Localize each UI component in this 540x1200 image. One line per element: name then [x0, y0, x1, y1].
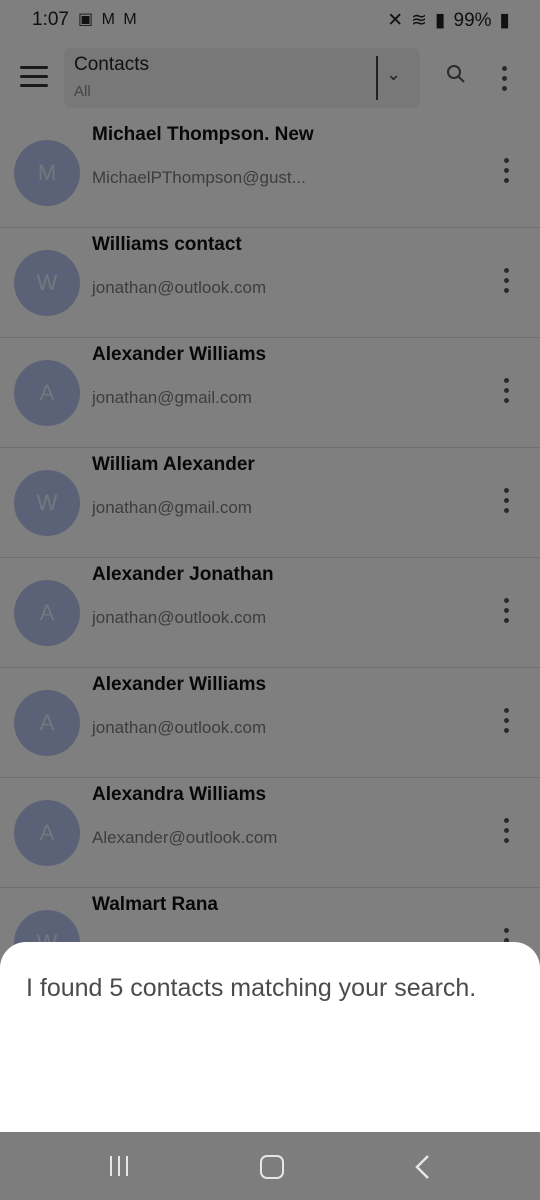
home-button[interactable]	[260, 1155, 284, 1179]
back-icon[interactable]	[414, 1154, 432, 1180]
recents-button[interactable]	[110, 1156, 128, 1176]
assistant-response-sheet: I found 5 contacts matching your search.	[0, 942, 540, 1132]
assistant-message: I found 5 contacts matching your search.	[26, 974, 477, 1002]
system-nav-bar	[0, 1132, 540, 1200]
